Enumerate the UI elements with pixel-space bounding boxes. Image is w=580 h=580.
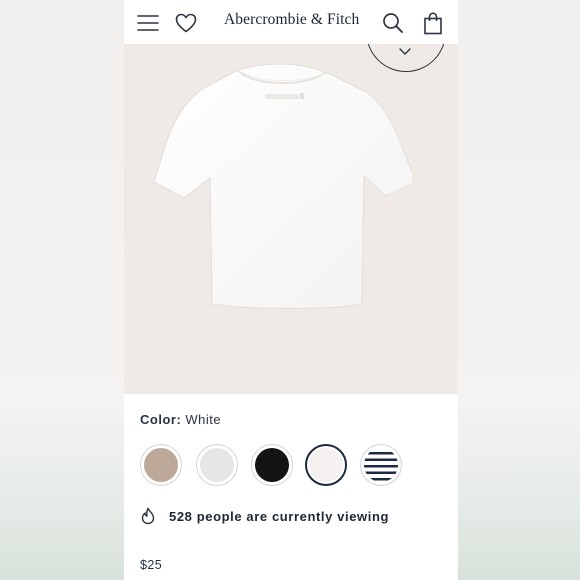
viewers-text: 528 people are currently viewing	[169, 508, 390, 524]
swatch-light-heather[interactable]	[196, 444, 238, 486]
color-selection-label: Color: White	[140, 412, 221, 427]
swatch-navy-stripe[interactable]	[360, 444, 402, 486]
brand-logo[interactable]: Abercrombie & Fitch	[224, 11, 359, 29]
product-page: Abercrombie & Fitch Color: White 528 peo…	[124, 0, 458, 580]
swatch-taupe[interactable]	[140, 444, 182, 486]
white-tee-product-image[interactable]	[154, 64, 412, 314]
shopping-bag-icon[interactable]	[421, 11, 445, 35]
flame-icon	[141, 507, 155, 525]
top-nav-bar: Abercrombie & Fitch	[124, 0, 458, 44]
swatch-black[interactable]	[251, 444, 293, 486]
viewers-notice: 528 people are currently viewing	[140, 506, 389, 526]
product-price: $25	[140, 558, 163, 572]
hamburger-menu-icon[interactable]	[136, 11, 160, 35]
heart-icon[interactable]	[174, 11, 198, 35]
chevron-down-icon	[399, 48, 411, 55]
swatch-white-selected[interactable]	[305, 444, 347, 486]
product-image-area	[124, 44, 458, 394]
selected-color-value: White	[185, 412, 222, 427]
search-icon[interactable]	[381, 11, 405, 35]
neck-label	[265, 94, 299, 99]
color-label: Color:	[140, 412, 182, 427]
